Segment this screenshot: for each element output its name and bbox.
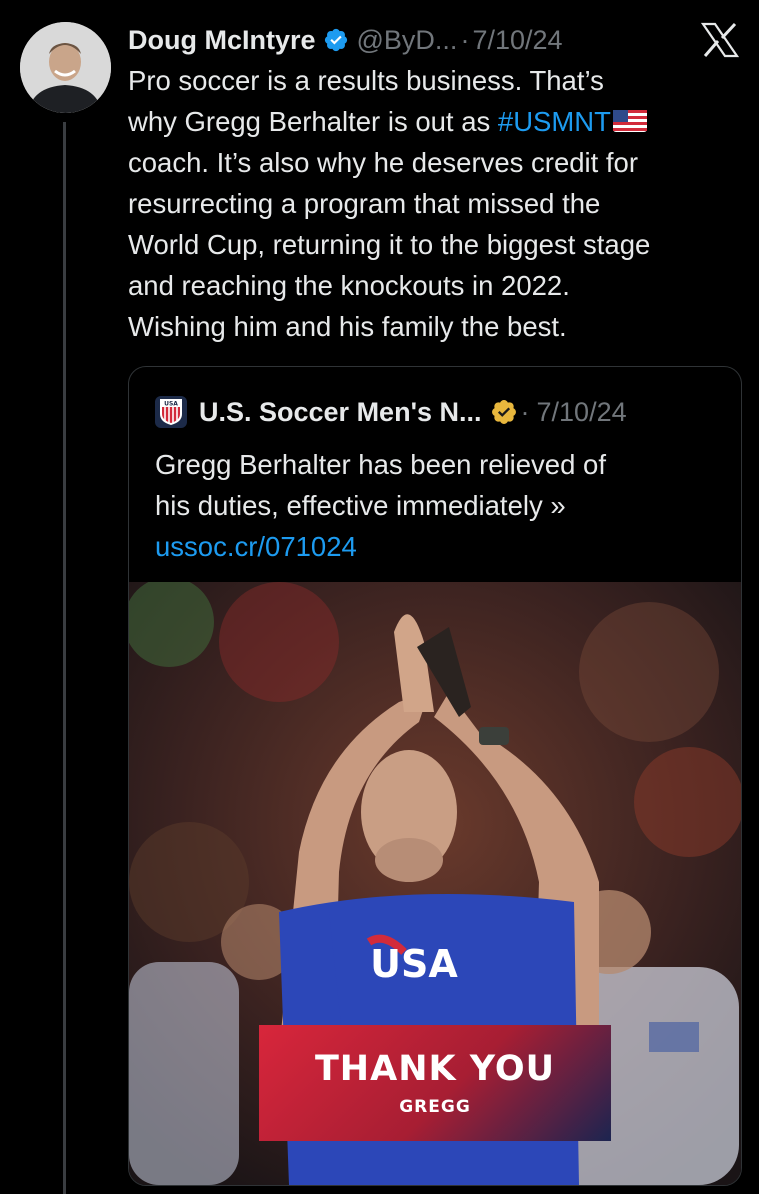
tweet-text: Pro soccer is a results business. That’s…	[128, 60, 748, 347]
crest-label: USA	[164, 401, 178, 408]
tweet-text-line: and reaching the knockouts in 2022.	[128, 270, 570, 301]
quoted-text-line: his duties, effective immediately »	[155, 490, 566, 521]
usa-crest-icon: USA	[160, 399, 182, 425]
verified-badge-icon	[324, 28, 347, 52]
tweet-header: Doug McIntyre @ByD... · 7/10/24	[128, 20, 563, 60]
tweet-text-line: resurrecting a program that missed the	[128, 188, 601, 219]
tweet-text-line: why Gregg Berhalter is out as #USMNT	[128, 101, 748, 142]
quoted-tweet-link[interactable]: ussoc.cr/071024	[155, 526, 725, 567]
separator-dot: ·	[520, 396, 530, 427]
us-flag-icon	[612, 110, 647, 132]
thank-you-banner: THANK YOU GREGG	[259, 1025, 611, 1141]
tweet-text-line: World Cup, returning it to the biggest s…	[128, 229, 651, 260]
banner-subtitle: GREGG	[399, 1097, 471, 1117]
author-handle[interactable]: @ByD...	[357, 25, 458, 56]
banner-title: THANK YOU	[314, 1049, 556, 1089]
tweet-text-segment: why Gregg Berhalter is out as	[128, 106, 498, 137]
hashtag-link[interactable]: #USMNT	[498, 106, 611, 137]
gold-verified-badge-icon	[491, 400, 516, 424]
quoted-tweet-card[interactable]: USA U.S. Soccer Men's N... · 7/10/24 Gre…	[128, 366, 742, 1186]
separator-dot: ·	[460, 24, 470, 55]
thread-line	[63, 122, 66, 1194]
author-avatar[interactable]	[20, 22, 111, 113]
tweet-text-line: Pro soccer is a results business. That’s	[128, 65, 604, 96]
quoted-text-line: Gregg Berhalter has been relieved of	[155, 449, 606, 480]
author-name[interactable]: Doug McIntyre	[128, 25, 316, 56]
x-logo-icon[interactable]	[700, 22, 740, 58]
person-photo-icon	[20, 22, 111, 113]
quoted-tweet-header: USA U.S. Soccer Men's N... · 7/10/24	[155, 395, 627, 429]
quoted-tweet-image[interactable]: USA THANK YOU GREGG	[129, 582, 741, 1185]
ussoccer-avatar[interactable]: USA	[155, 396, 187, 428]
tweet-text-line: coach. It’s also why he deserves credit …	[128, 147, 639, 178]
quoted-tweet-date[interactable]: 7/10/24	[537, 397, 627, 428]
tweet-date[interactable]: 7/10/24	[472, 25, 562, 56]
shirt-text: USA	[370, 942, 458, 986]
tweet-text-line: Wishing him and his family the best.	[128, 311, 567, 342]
quoted-author-name[interactable]: U.S. Soccer Men's N...	[199, 397, 482, 428]
quoted-tweet-text: Gregg Berhalter has been relieved of his…	[155, 444, 725, 567]
